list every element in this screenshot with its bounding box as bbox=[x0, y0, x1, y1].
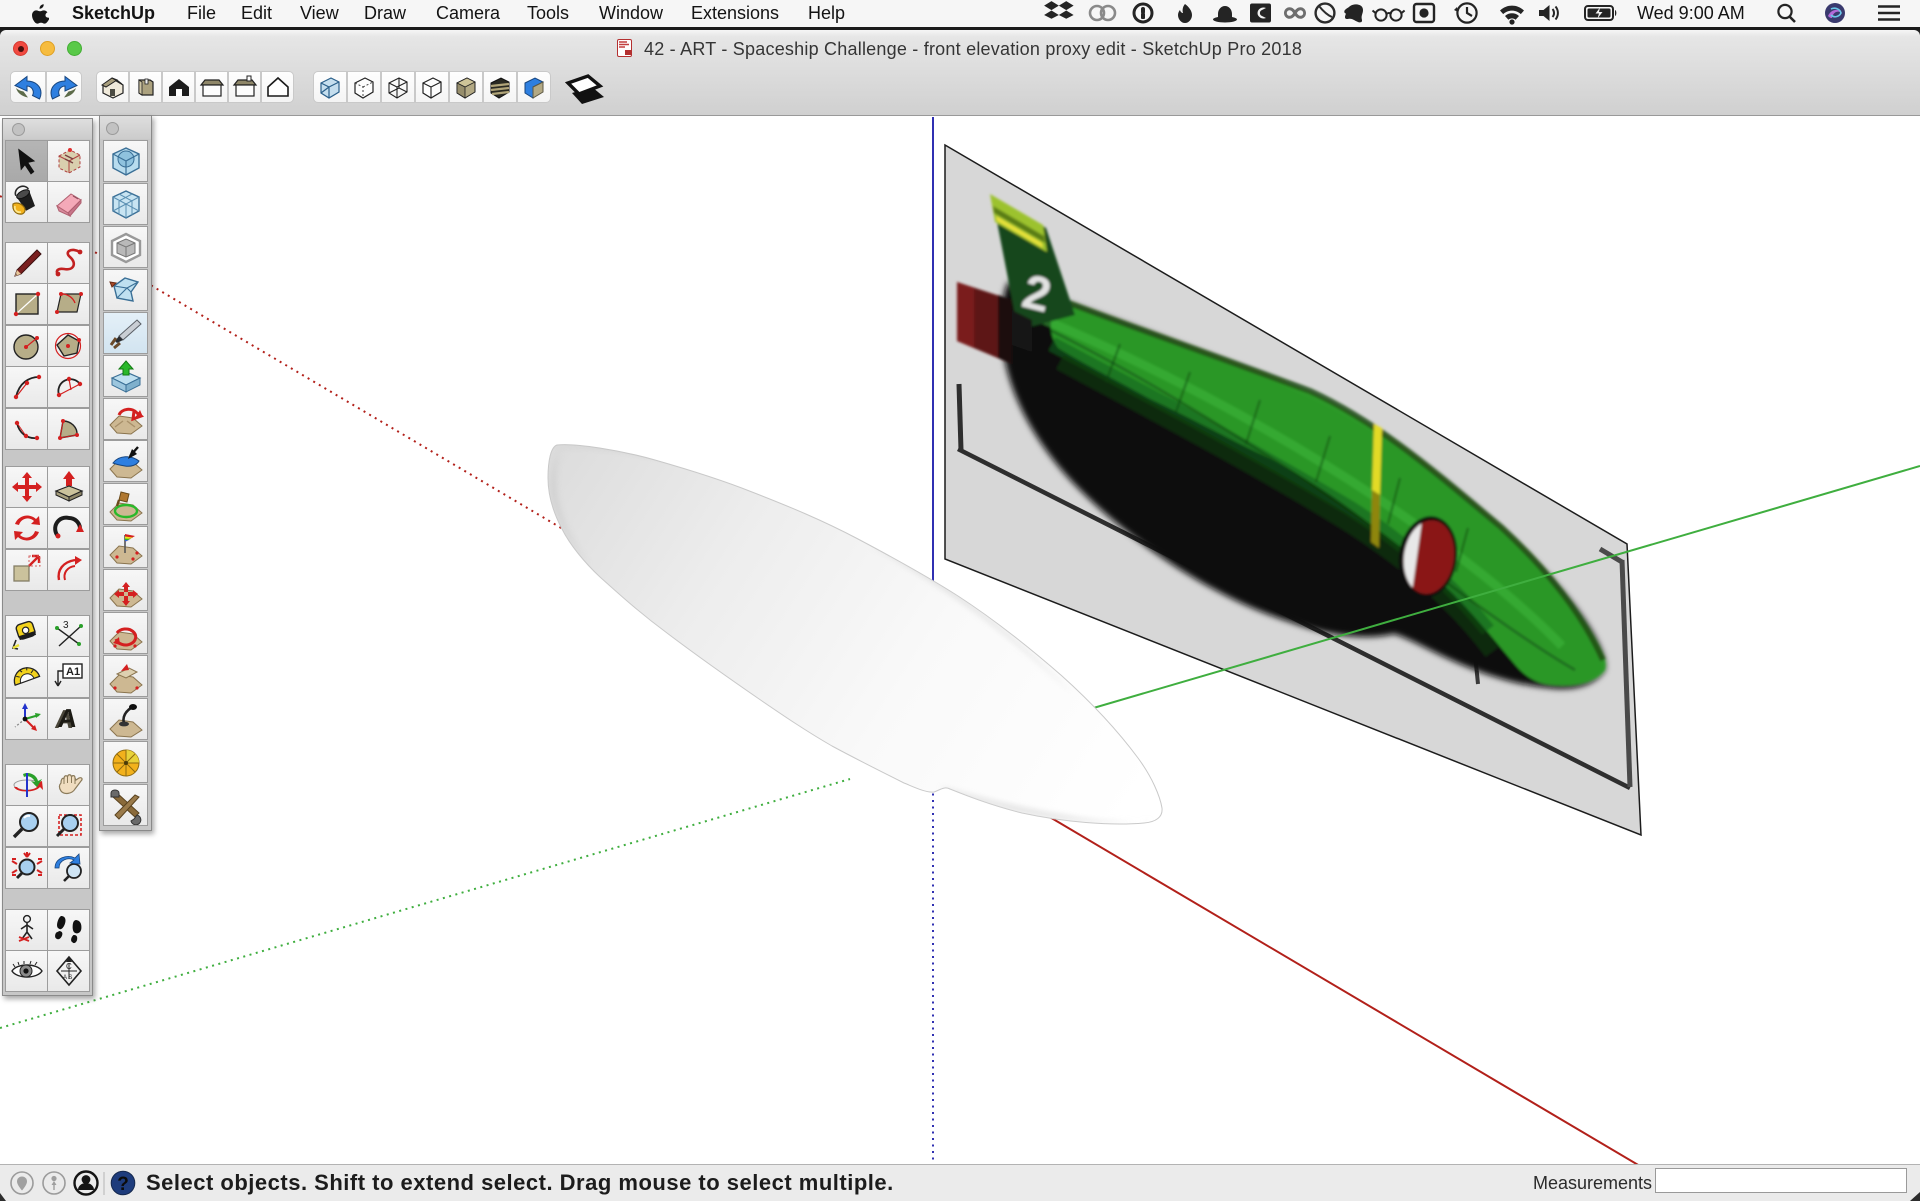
svg-text:C: C bbox=[66, 962, 72, 971]
svg-text:A: A bbox=[56, 703, 78, 733]
svg-text:A1: A1 bbox=[66, 666, 80, 678]
svg-text:A S: A S bbox=[63, 975, 72, 981]
svg-text:?: ? bbox=[117, 1174, 129, 1195]
svg-text:3: 3 bbox=[63, 620, 69, 631]
